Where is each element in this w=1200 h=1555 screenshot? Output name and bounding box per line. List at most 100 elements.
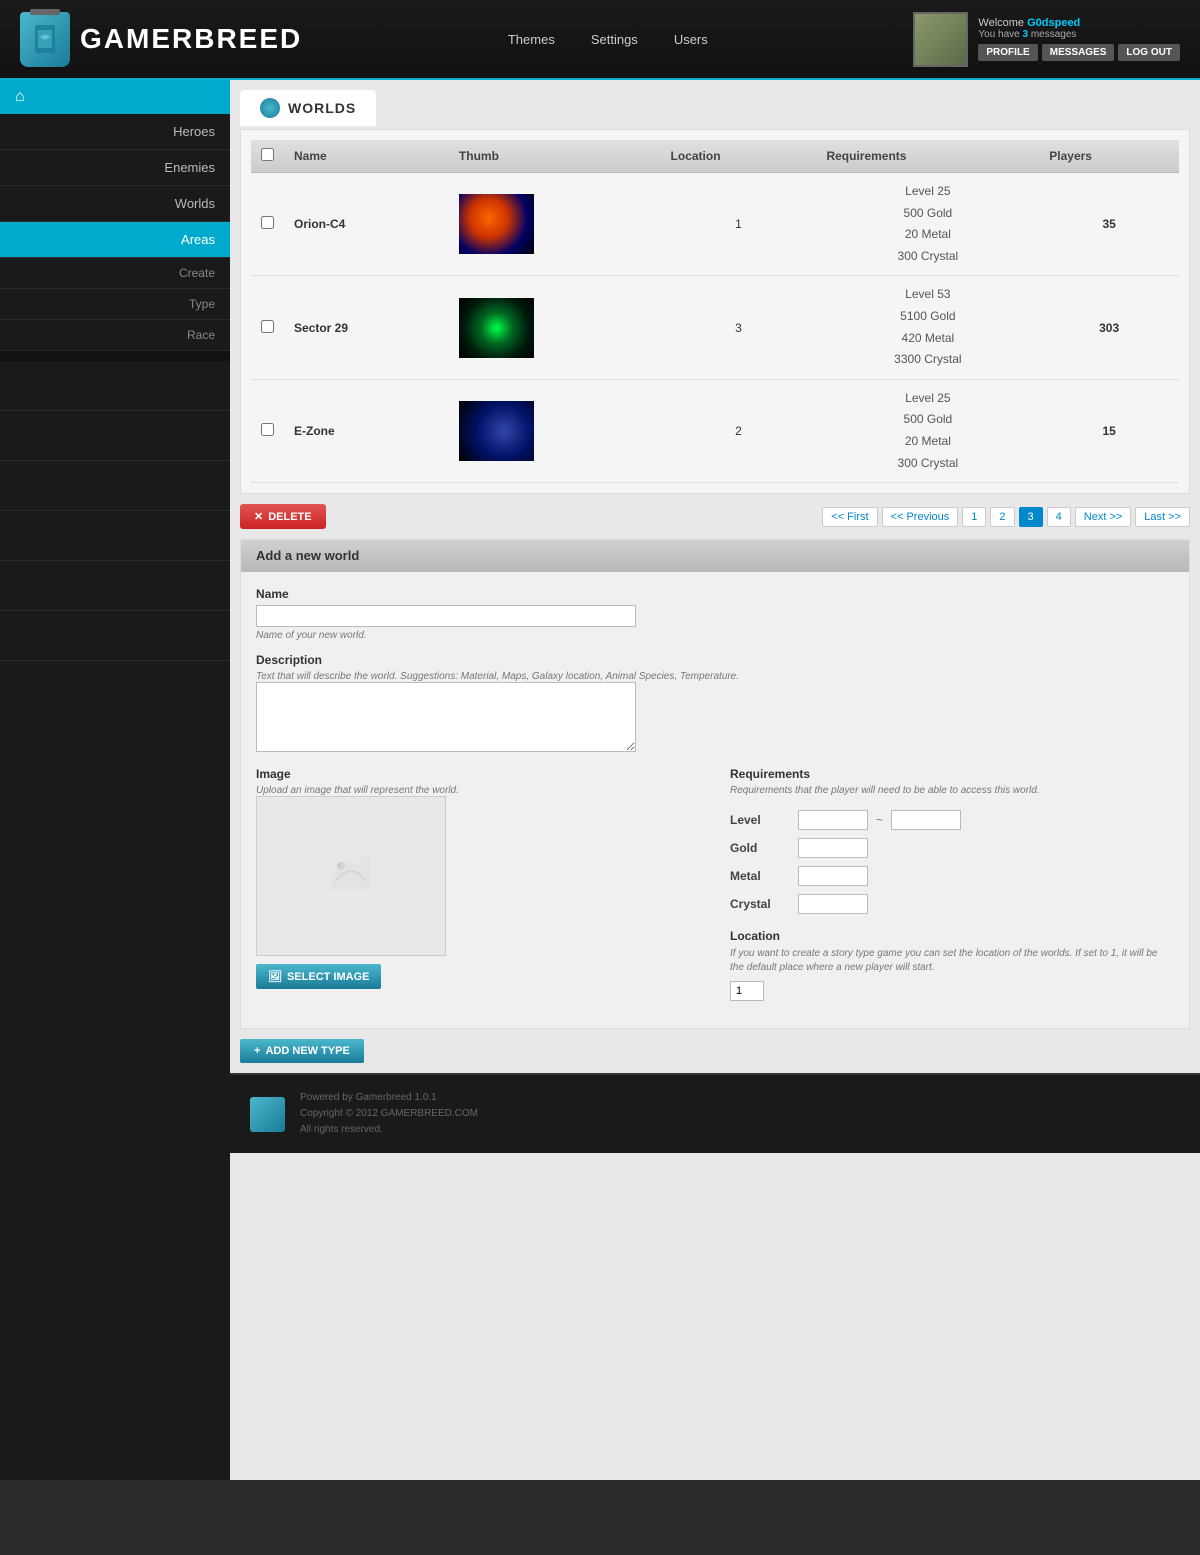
row-2-location: 3 <box>661 276 817 379</box>
name-group: Name Name of your new world. <box>256 587 1174 641</box>
name-label: Name <box>256 587 1174 601</box>
row-1-players: 35 <box>1039 173 1179 276</box>
avatar <box>913 12 968 67</box>
sidebar-item-worlds[interactable]: Worlds <box>0 186 230 222</box>
table-row: Orion-C4 1 Level 25500 Gold20 Metal300 C… <box>251 173 1179 276</box>
row-1-checkbox[interactable] <box>261 216 274 229</box>
desc-hint: Text that will describe the world. Sugge… <box>256 671 1174 682</box>
col-players: Players <box>1039 140 1179 173</box>
page-4-link[interactable]: 4 <box>1047 507 1071 527</box>
image-hint: Upload an image that will represent the … <box>256 785 700 796</box>
page-tab: WORLDS <box>240 90 376 129</box>
image-label: Image <box>256 767 700 781</box>
pagination: << First << Previous 1 2 3 4 Next >> Las… <box>822 507 1190 527</box>
sidebar-empty-2 <box>0 411 230 461</box>
metal-input[interactable] <box>798 866 868 886</box>
crystal-group: Crystal <box>730 894 1174 914</box>
desc-label: Description <box>256 653 1174 667</box>
orion-thumbnail <box>459 194 534 254</box>
col-location: Location <box>661 140 817 173</box>
sidebar-home[interactable]: ⌂ <box>0 80 230 114</box>
level-group: Level ~ <box>730 810 1174 830</box>
page-3-link[interactable]: 3 <box>1019 507 1043 527</box>
footer-logo <box>250 1097 285 1132</box>
logo-area: GAMERBREED <box>20 12 302 67</box>
logo-icon <box>20 12 70 67</box>
nav-settings[interactable]: Settings <box>583 27 646 52</box>
name-input[interactable] <box>256 605 636 627</box>
row-3-thumb <box>449 379 661 482</box>
first-page-link[interactable]: << First <box>822 507 877 527</box>
sidebar-item-enemies[interactable]: Enemies <box>0 150 230 186</box>
row-3-name: E-Zone <box>284 379 449 482</box>
sidebar-empty-5 <box>0 561 230 611</box>
crystal-input[interactable] <box>798 894 868 914</box>
ezone-thumbnail <box>459 401 534 461</box>
level-max-input[interactable] <box>891 810 961 830</box>
select-all-checkbox[interactable] <box>261 148 274 161</box>
sidebar-item-type[interactable]: Type <box>0 289 230 320</box>
sidebar-item-heroes[interactable]: Heroes <box>0 114 230 150</box>
add-new-type-button[interactable]: + ADD NEW TYPE <box>240 1039 364 1063</box>
location-section: Location If you want to create a story t… <box>730 929 1174 1001</box>
col-name: Name <box>284 140 449 173</box>
page-title: WORLDS <box>288 100 356 116</box>
image-placeholder-icon <box>321 841 381 911</box>
row-3-location: 2 <box>661 379 817 482</box>
plus-icon: + <box>254 1045 260 1057</box>
row-3-checkbox[interactable] <box>261 423 274 436</box>
image-icon: 🖼 <box>268 970 282 983</box>
row-checkbox-1 <box>251 173 284 276</box>
profile-button[interactable]: PROFILE <box>978 44 1037 61</box>
footer: Powered by Gamerbreed 1.0.1 Copyright © … <box>230 1073 1200 1153</box>
footer-rights: All rights reserved. <box>300 1122 478 1138</box>
user-messages: You have 3 messages <box>978 29 1180 40</box>
image-upload-box <box>256 796 446 956</box>
header: GAMERBREED Themes Settings Users Welcome… <box>0 0 1200 80</box>
row-2-checkbox[interactable] <box>261 320 274 333</box>
page-1-link[interactable]: 1 <box>962 507 986 527</box>
level-input[interactable] <box>798 810 868 830</box>
sidebar-item-create[interactable]: Create <box>0 258 230 289</box>
pagination-area: ✕ DELETE << First << Previous 1 2 3 4 Ne… <box>240 504 1190 529</box>
delete-button[interactable]: ✕ DELETE <box>240 504 326 529</box>
description-textarea[interactable] <box>256 682 636 752</box>
main-layout: ⌂ Heroes Enemies Worlds Areas Create Typ… <box>0 80 1200 1480</box>
requirements-group: Requirements Requirements that the playe… <box>730 767 1174 1001</box>
prev-page-link[interactable]: << Previous <box>882 507 959 527</box>
row-2-players: 303 <box>1039 276 1179 379</box>
sidebar-item-areas[interactable]: Areas <box>0 222 230 258</box>
row-2-thumb <box>449 276 661 379</box>
content-area: WORLDS Name Thumb Location Requirements … <box>230 80 1200 1480</box>
footer-powered: Powered by Gamerbreed 1.0.1 <box>300 1090 478 1106</box>
next-page-link[interactable]: Next >> <box>1075 507 1132 527</box>
username: G0dspeed <box>1027 17 1080 29</box>
sidebar-item-race[interactable]: Race <box>0 320 230 351</box>
row-1-name: Orion-C4 <box>284 173 449 276</box>
nav-users[interactable]: Users <box>666 27 716 52</box>
last-page-link[interactable]: Last >> <box>1135 507 1190 527</box>
nav-themes[interactable]: Themes <box>500 27 563 52</box>
page-2-link[interactable]: 2 <box>990 507 1014 527</box>
worlds-table-area: Name Thumb Location Requirements Players… <box>240 129 1190 494</box>
welcome-text: Welcome <box>978 17 1027 29</box>
footer-copyright: Copyright © 2012 GAMERBREED.COM <box>300 1106 478 1122</box>
logo-text: GAMERBREED <box>80 23 302 55</box>
col-checkbox <box>251 140 284 173</box>
form-header: Add a new world <box>241 540 1189 572</box>
home-icon: ⌂ <box>15 88 25 106</box>
form-body: Name Name of your new world. Description… <box>241 572 1189 1028</box>
row-1-thumb <box>449 173 661 276</box>
row-1-location: 1 <box>661 173 817 276</box>
level-label: Level <box>730 813 790 827</box>
logout-button[interactable]: LOG OUT <box>1118 44 1180 61</box>
select-image-button[interactable]: 🖼 SELECT IMAGE <box>256 964 381 989</box>
col-requirements: Requirements <box>816 140 1039 173</box>
requirements-col: Requirements Requirements that the playe… <box>730 767 1174 1013</box>
user-info: Welcome G0dspeed You have 3 messages PRO… <box>978 17 1180 61</box>
sidebar-spacer-1 <box>0 351 230 361</box>
location-select[interactable]: 1 2 3 <box>730 981 764 1001</box>
messages-button[interactable]: MESSAGES <box>1042 44 1115 61</box>
gold-input[interactable] <box>798 838 868 858</box>
row-checkbox-3 <box>251 379 284 482</box>
